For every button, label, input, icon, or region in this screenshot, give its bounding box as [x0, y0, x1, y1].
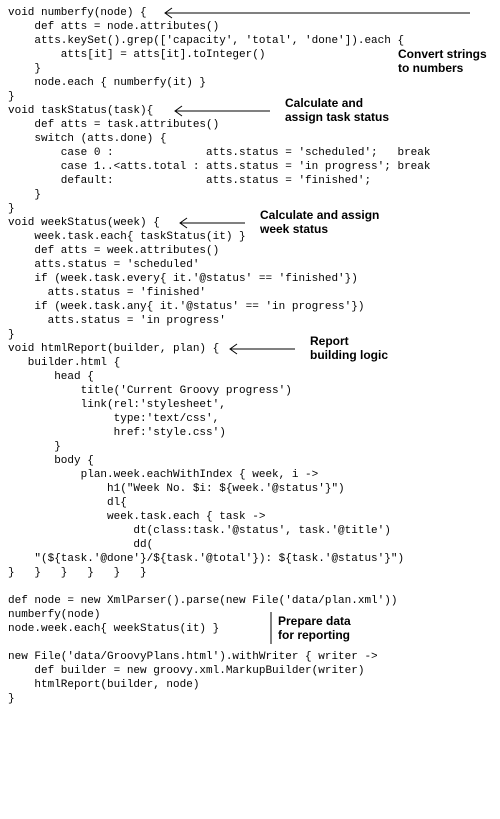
label-report: Report building logic — [310, 334, 388, 362]
page: void numberfy(node) { def atts = node.at… — [0, 0, 500, 819]
arrow-task — [170, 104, 280, 118]
divider-prepare — [269, 612, 273, 644]
label-prepare: Prepare data for reporting — [278, 614, 351, 642]
label-week: Calculate and assign week status — [260, 208, 379, 236]
arrow-week — [175, 216, 255, 230]
label-task: Calculate and assign task status — [285, 96, 389, 124]
arrow-report — [225, 342, 305, 356]
label-convert: Convert strings to numbers — [398, 47, 487, 75]
arrow-convert — [160, 6, 480, 20]
